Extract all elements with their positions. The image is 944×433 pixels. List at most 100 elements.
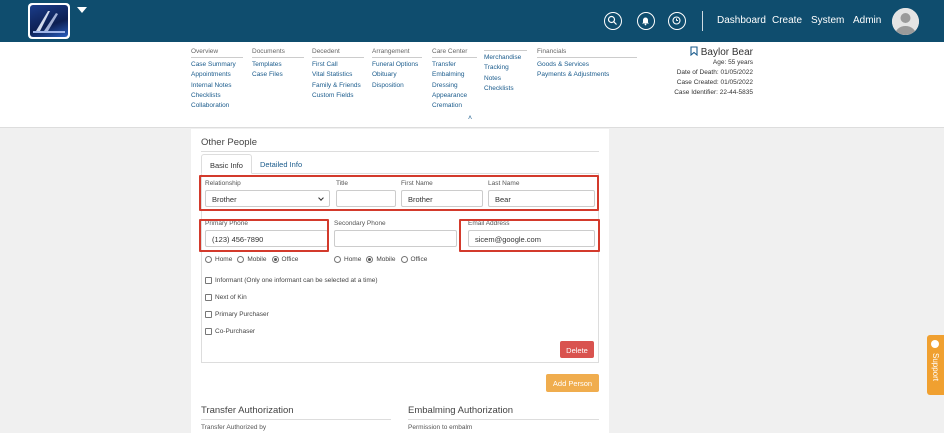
nav-case-summary[interactable]: Case Summary [191, 60, 243, 70]
nav-notes[interactable]: Notes [484, 74, 527, 84]
section-divider [201, 151, 599, 152]
nav-group-header: Financials [537, 48, 637, 58]
nav-payments-adjustments[interactable]: Payments & Adjustments [537, 70, 637, 80]
secondary-phone-home-radio[interactable]: Home [334, 256, 361, 263]
nav-system[interactable]: System [811, 15, 844, 26]
bookmark-icon[interactable] [690, 46, 698, 57]
nav-group-header: Decedent [312, 48, 364, 58]
nav-appearance[interactable]: Appearance [432, 91, 477, 101]
user-avatar[interactable] [892, 8, 919, 35]
nav-family-friends[interactable]: Family & Friends [312, 81, 364, 91]
radio-label: Home [215, 256, 233, 263]
logo-menu-caret-icon[interactable] [77, 7, 87, 13]
secondary-phone-input[interactable] [334, 230, 457, 247]
radio-label: Office [410, 256, 428, 263]
decedent-case-identifier: Case Identifier: 22-44-5835 [674, 89, 753, 96]
secondary-phone-label: Secondary Phone [334, 220, 386, 227]
nav-appointments[interactable]: Appointments [191, 70, 243, 80]
co-purchaser-checkbox[interactable]: Co-Purchaser [205, 328, 255, 335]
nav-dashboard[interactable]: Dashboard [717, 15, 766, 26]
nav-custom-fields[interactable]: Custom Fields [312, 91, 364, 101]
decedent-info: Baylor Bear Age: 55 years Date of Death:… [674, 46, 753, 98]
checkbox-label: Primary Purchaser [215, 311, 269, 318]
chevron-up-icon[interactable]: ˄ [468, 115, 472, 122]
top-navbar: Dashboard Create System Admin [0, 0, 944, 42]
secondary-phone-office-radio[interactable]: Office [400, 256, 428, 263]
nav-group-decedent: Decedent First Call Vital Statistics Fam… [312, 48, 364, 101]
support-icon [931, 340, 939, 348]
checkbox-label: Informant (Only one informant can be sel… [215, 277, 378, 284]
section-divider [201, 419, 391, 420]
nav-group-header: Documents [252, 48, 304, 58]
nav-obituary[interactable]: Obituary [372, 70, 422, 80]
nav-group-header [484, 48, 527, 51]
other-people-tabs: Basic Info Detailed Info [201, 154, 599, 174]
nav-group-header: Arrangement [372, 48, 422, 58]
nav-disposition[interactable]: Disposition [372, 81, 422, 91]
nav-dressing[interactable]: Dressing [432, 81, 477, 91]
transfer-authorization-title: Transfer Authorization [201, 405, 294, 416]
search-icon[interactable] [604, 12, 622, 30]
nav-checklists[interactable]: Checklists [191, 91, 243, 101]
transfer-authorized-by-label: Transfer Authorized by [201, 424, 267, 431]
nav-collaboration[interactable]: Collaboration [191, 101, 243, 111]
nav-group-documents: Documents Templates Case Files [252, 48, 304, 81]
primary-phone-type: Home Mobile Office [205, 256, 303, 263]
nav-group-header: Overview [191, 48, 243, 58]
nav-checklists-care[interactable]: Checklists [484, 84, 527, 94]
other-people-title: Other People [201, 137, 257, 148]
nav-goods-services[interactable]: Goods & Services [537, 60, 637, 70]
nav-tracking[interactable]: Tracking [484, 63, 527, 73]
nav-group-financials: Financials Goods & Services Payments & A… [537, 48, 637, 81]
radio-label: Mobile [247, 256, 267, 263]
delete-person-button[interactable]: Delete [560, 341, 594, 358]
bell-icon[interactable] [637, 12, 655, 30]
secondary-phone-type: Home Mobile Office [334, 256, 432, 263]
nav-transfer[interactable]: Transfer [432, 60, 477, 70]
nav-funeral-options[interactable]: Funeral Options [372, 60, 422, 70]
nav-group-overview: Overview Case Summary Appointments Inter… [191, 48, 243, 111]
nav-admin[interactable]: Admin [853, 15, 881, 26]
primary-purchaser-checkbox[interactable]: Primary Purchaser [205, 311, 269, 318]
tab-basic-info[interactable]: Basic Info [201, 154, 252, 174]
nav-group-header: Care Center [432, 48, 477, 58]
nav-templates[interactable]: Templates [252, 60, 304, 70]
tab-detailed-info[interactable]: Detailed Info [252, 154, 310, 174]
decedent-date-of-death: Date of Death: 01/05/2022 [676, 69, 753, 76]
decedent-age: Age: 55 years [712, 59, 753, 66]
clock-icon[interactable] [668, 12, 686, 30]
secondary-phone-mobile-radio[interactable]: Mobile [366, 256, 396, 263]
nav-embalming[interactable]: Embalming [432, 70, 477, 80]
primary-phone-home-radio[interactable]: Home [205, 256, 232, 263]
radio-label: Mobile [376, 256, 396, 263]
radio-label: Home [344, 256, 362, 263]
decedent-name-row: Baylor Bear [674, 46, 753, 58]
next-of-kin-checkbox[interactable]: Next of Kin [205, 294, 247, 301]
nav-group-care-center: Care Center Transfer Embalming Dressing … [432, 48, 477, 111]
navbar-divider [702, 11, 703, 31]
highlight-box-primary-phone [199, 219, 329, 252]
highlight-box-email [459, 219, 600, 252]
primary-phone-office-radio[interactable]: Office [271, 256, 299, 263]
support-tab[interactable]: Support [927, 335, 944, 395]
primary-phone-mobile-radio[interactable]: Mobile [237, 256, 267, 263]
case-subnav: Overview Case Summary Appointments Inter… [0, 42, 944, 128]
embalming-authorization-title: Embalming Authorization [408, 405, 514, 416]
nav-group-arrangement: Arrangement Funeral Options Obituary Dis… [372, 48, 422, 91]
nav-case-files[interactable]: Case Files [252, 70, 304, 80]
checkbox-label: Next of Kin [215, 294, 247, 301]
nav-create[interactable]: Create [772, 15, 802, 26]
decedent-case-created: Case Created: 01/05/2022 [676, 79, 753, 86]
radio-label: Office [281, 256, 299, 263]
highlight-box-name-row [199, 175, 599, 211]
nav-cremation[interactable]: Cremation [432, 101, 477, 111]
informant-checkbox[interactable]: Informant (Only one informant can be sel… [205, 277, 378, 284]
nav-internal-notes[interactable]: Internal Notes [191, 81, 243, 91]
add-person-button[interactable]: Add Person [546, 374, 599, 392]
nav-vital-statistics[interactable]: Vital Statistics [312, 70, 364, 80]
app-logo[interactable] [28, 3, 70, 39]
nav-group-care-center-more: Merchandise Tracking Notes Checklists [484, 48, 527, 94]
checkbox-label: Co-Purchaser [215, 328, 256, 335]
nav-merchandise[interactable]: Merchandise [484, 53, 527, 63]
nav-first-call[interactable]: First Call [312, 60, 364, 70]
